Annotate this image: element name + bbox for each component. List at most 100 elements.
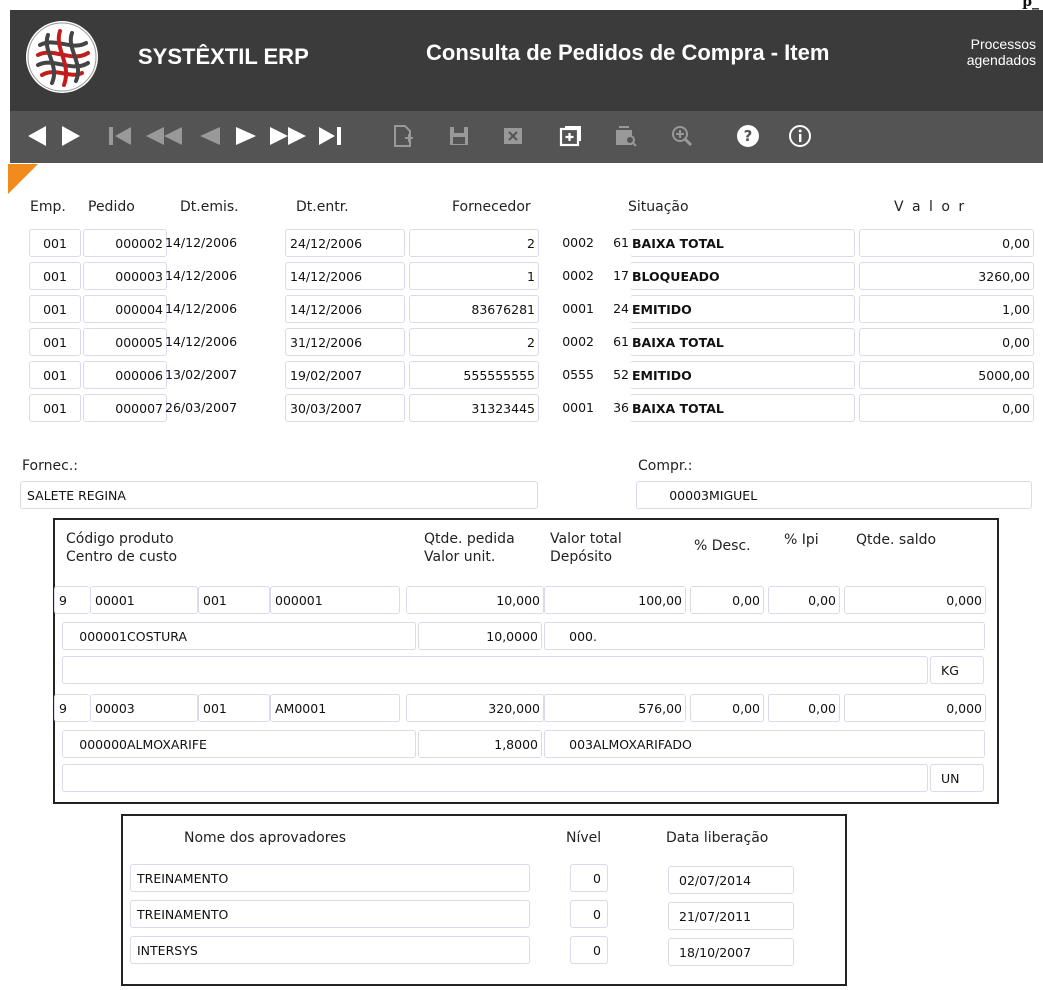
situacao-cell[interactable]: EMITIDO: [630, 295, 855, 323]
situacao-code-cell[interactable]: 61: [597, 328, 630, 356]
approver-date-cell[interactable]: 21/07/2011: [668, 902, 794, 930]
dtentr-cell[interactable]: 30/03/2007: [285, 394, 405, 422]
emp-cell[interactable]: 001: [29, 361, 81, 389]
query-icon[interactable]: [612, 120, 640, 152]
delete-icon[interactable]: [500, 120, 526, 152]
situacao-cell[interactable]: EMITIDO: [630, 361, 855, 389]
qtde-pedida-cell[interactable]: 320,000: [406, 694, 544, 722]
approver-date-cell[interactable]: 02/07/2014: [668, 866, 794, 894]
next-icon[interactable]: [232, 120, 262, 152]
valor-cell[interactable]: 0,00: [859, 328, 1034, 356]
deposito-cell[interactable]: 003ALMOXARIFADO: [544, 730, 985, 758]
add-icon[interactable]: [556, 120, 584, 152]
item-description-cell[interactable]: [62, 764, 928, 792]
last-record-icon[interactable]: [314, 120, 344, 152]
dtentr-cell[interactable]: 24/12/2006: [285, 229, 405, 257]
pedido-cell[interactable]: 000002: [83, 229, 167, 257]
previous-icon[interactable]: [194, 120, 224, 152]
item-description-cell[interactable]: [62, 656, 928, 684]
ipi-cell[interactable]: 0,00: [768, 694, 840, 722]
fast-rewind-icon[interactable]: [142, 120, 186, 152]
item-code-cell[interactable]: AM0001: [270, 694, 400, 722]
valor-total-cell[interactable]: 100,00: [544, 586, 686, 614]
item-grupo-cell[interactable]: 00003: [90, 694, 198, 722]
valor-total-cell[interactable]: 576,00: [544, 694, 686, 722]
item-grupo-cell[interactable]: 00001: [90, 586, 198, 614]
dtemis-cell[interactable]: 14/12/2006: [161, 262, 285, 290]
approver-level-cell[interactable]: 0: [570, 936, 608, 964]
situacao-code-cell[interactable]: 52: [597, 361, 630, 389]
emp-cell[interactable]: 001: [29, 229, 81, 257]
valor-unit-cell[interactable]: 1,8000: [418, 730, 542, 758]
valor-cell[interactable]: 3260,00: [859, 262, 1034, 290]
centro-custo-cell[interactable]: 000001COSTURA: [62, 622, 416, 650]
pedido-cell[interactable]: 000003: [83, 262, 167, 290]
valor-cell[interactable]: 0,00: [859, 229, 1034, 257]
dtentr-cell[interactable]: 14/12/2006: [285, 262, 405, 290]
dtemis-cell[interactable]: 13/02/2007: [161, 361, 285, 389]
approver-level-cell[interactable]: 0: [570, 864, 608, 892]
situacao-code-cell[interactable]: 36: [597, 394, 630, 422]
help-icon[interactable]: ?: [734, 120, 762, 152]
fornecedor-sub-cell[interactable]: 0555: [539, 361, 597, 389]
emp-cell[interactable]: 001: [29, 295, 81, 323]
situacao-cell[interactable]: BAIXA TOTAL: [630, 229, 855, 257]
fornecedor-sub-cell[interactable]: 0002: [539, 328, 597, 356]
desc-cell[interactable]: 0,00: [690, 694, 764, 722]
valor-cell[interactable]: 1,00: [859, 295, 1034, 323]
item-code-cell[interactable]: 000001: [270, 586, 400, 614]
situacao-cell[interactable]: BAIXA TOTAL: [630, 394, 855, 422]
approver-name-cell[interactable]: TREINAMENTO: [130, 900, 530, 928]
fornecedor-cell[interactable]: 555555555: [409, 361, 539, 389]
dtemis-cell[interactable]: 14/12/2006: [161, 229, 285, 257]
dtentr-cell[interactable]: 31/12/2006: [285, 328, 405, 356]
zoom-icon[interactable]: [668, 120, 696, 152]
item-sub-cell[interactable]: 001: [198, 586, 270, 614]
valor-cell[interactable]: 5000,00: [859, 361, 1034, 389]
situacao-cell[interactable]: BLOQUEADO: [630, 262, 855, 290]
fornecedor-sub-cell[interactable]: 0001: [539, 295, 597, 323]
valor-unit-cell[interactable]: 10,0000: [418, 622, 542, 650]
fornecedor-cell[interactable]: 83676281: [409, 295, 539, 323]
fornecedor-cell[interactable]: 31323445: [409, 394, 539, 422]
dtentr-cell[interactable]: 19/02/2007: [285, 361, 405, 389]
fornec-field[interactable]: SALETE REGINA: [20, 481, 538, 509]
item-nivel-cell[interactable]: 9: [54, 694, 90, 722]
situacao-cell[interactable]: BAIXA TOTAL: [630, 328, 855, 356]
ipi-cell[interactable]: 0,00: [768, 586, 840, 614]
item-nivel-cell[interactable]: 9: [54, 586, 90, 614]
deposito-cell[interactable]: 000.: [544, 622, 985, 650]
fornecedor-sub-cell[interactable]: 0002: [539, 229, 597, 257]
unit-measure-cell[interactable]: KG: [930, 656, 984, 684]
fornecedor-cell[interactable]: 2: [409, 229, 539, 257]
emp-cell[interactable]: 001: [29, 394, 81, 422]
saldo-cell[interactable]: 0,000: [844, 694, 986, 722]
fornecedor-sub-cell[interactable]: 0001: [539, 394, 597, 422]
emp-cell[interactable]: 001: [29, 262, 81, 290]
fast-forward-icon[interactable]: [266, 120, 310, 152]
emp-cell[interactable]: 001: [29, 328, 81, 356]
saldo-cell[interactable]: 0,000: [844, 586, 986, 614]
situacao-code-cell[interactable]: 24: [597, 295, 630, 323]
qtde-pedida-cell[interactable]: 10,000: [406, 586, 544, 614]
desc-cell[interactable]: 0,00: [690, 586, 764, 614]
situacao-code-cell[interactable]: 61: [597, 229, 630, 257]
pedido-cell[interactable]: 000005: [83, 328, 167, 356]
approver-name-cell[interactable]: INTERSYS: [130, 936, 530, 964]
dtemis-cell[interactable]: 14/12/2006: [161, 295, 285, 323]
compr-field[interactable]: 00003MIGUEL: [636, 481, 1032, 509]
save-icon[interactable]: [446, 120, 472, 152]
dtemis-cell[interactable]: 26/03/2007: [161, 394, 285, 422]
approver-name-cell[interactable]: TREINAMENTO: [130, 864, 530, 892]
situacao-code-cell[interactable]: 17: [597, 262, 630, 290]
pedido-cell[interactable]: 000004: [83, 295, 167, 323]
new-record-icon[interactable]: [390, 120, 416, 152]
dtemis-cell[interactable]: 14/12/2006: [161, 328, 285, 356]
centro-custo-cell[interactable]: 000000ALMOXARIFE: [62, 730, 416, 758]
fornecedor-cell[interactable]: 1: [409, 262, 539, 290]
fornecedor-cell[interactable]: 2: [409, 328, 539, 356]
approver-date-cell[interactable]: 18/10/2007: [668, 938, 794, 966]
approver-level-cell[interactable]: 0: [570, 900, 608, 928]
item-sub-cell[interactable]: 001: [198, 694, 270, 722]
info-icon[interactable]: [786, 120, 814, 152]
